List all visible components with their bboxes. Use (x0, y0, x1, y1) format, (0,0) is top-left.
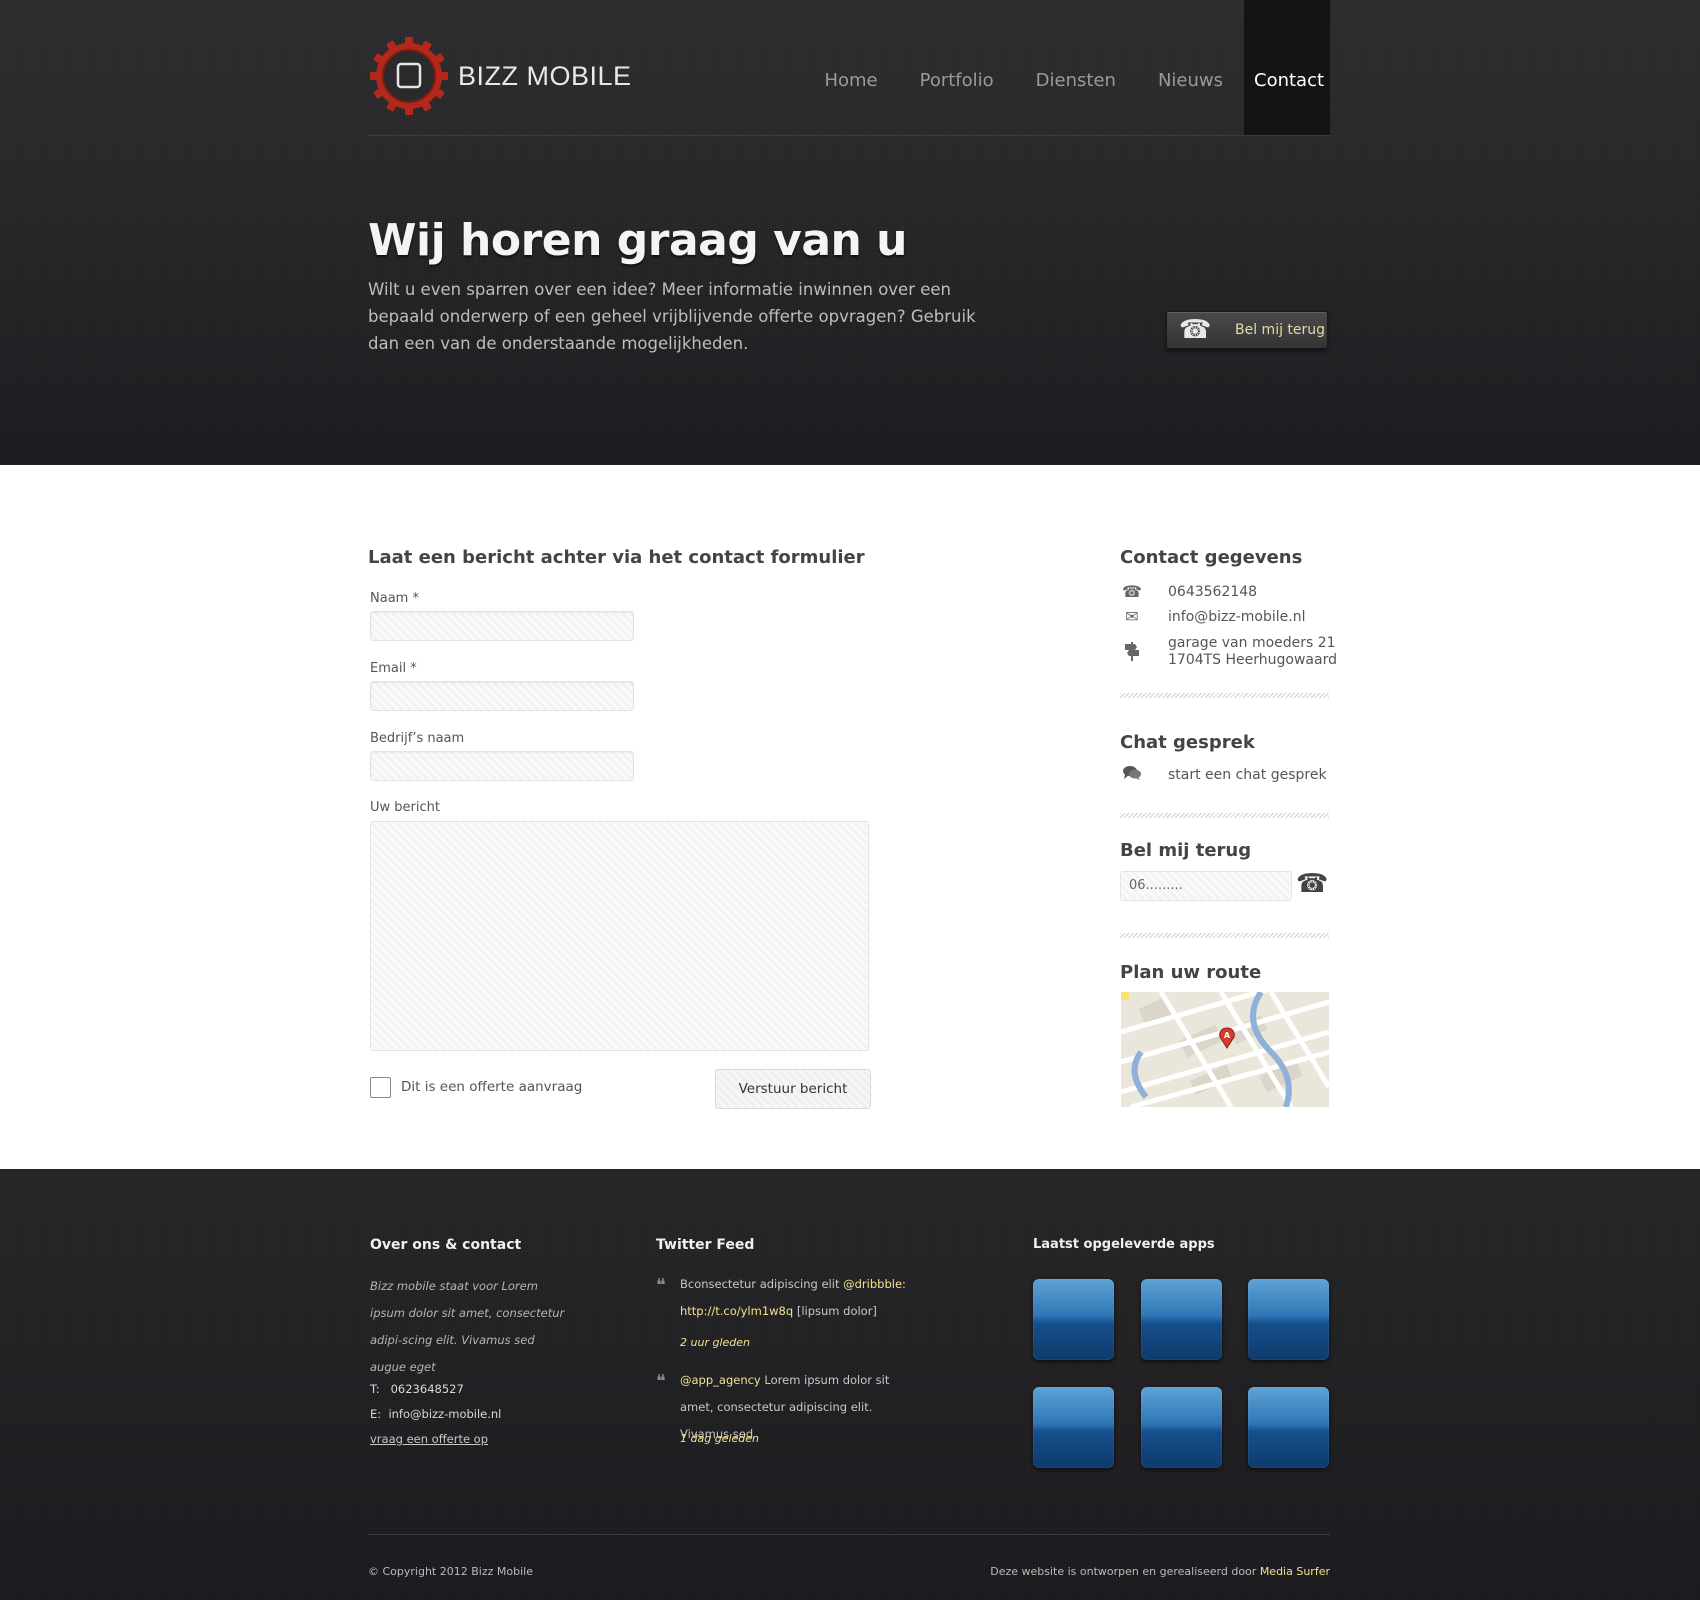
tweet-1-time: 2 uur gleden (680, 1336, 750, 1349)
contact-address-line1: garage van moeders 21 (1168, 635, 1336, 651)
nav-home[interactable]: Home (803, 0, 898, 135)
hero-section: BIZZ MOBILE Home Portfolio Diensten Nieu… (0, 0, 1700, 465)
app-thumbnail[interactable] (1141, 1279, 1222, 1360)
app-thumbnail[interactable] (1033, 1387, 1114, 1468)
callback-button[interactable]: ☎ Bel mij terug (1166, 311, 1328, 349)
tweet-1: Bconsectetur adipiscing elit @dribbble: … (680, 1271, 920, 1325)
tweet-2-time: 1 dag geleden (680, 1432, 759, 1445)
quote-icon: ❝ (656, 1371, 666, 1392)
submit-button[interactable]: Verstuur bericht (715, 1069, 871, 1109)
twitter-feed-title: Twitter Feed (656, 1237, 755, 1253)
footer: Over ons & contact Bizz mobile staat voo… (0, 1169, 1700, 1600)
quote-checkbox-label: Dit is een offerte aanvraag (401, 1079, 583, 1095)
copyright: © Copyright 2012 Bizz Mobile (368, 1565, 533, 1578)
app-thumbnail[interactable] (1248, 1387, 1329, 1468)
company-field[interactable] (370, 751, 634, 781)
route-map[interactable]: A (1121, 992, 1329, 1107)
name-field[interactable] (370, 611, 634, 641)
tweet-1-text: Bconsectetur adipiscing elit (680, 1277, 844, 1291)
company-label: Bedrijf’s naam (370, 731, 465, 746)
sidebar-divider (1120, 813, 1329, 818)
route-title: Plan uw route (1120, 962, 1262, 983)
main-nav: Home Portfolio Diensten Nieuws Contact (803, 0, 1330, 135)
request-quote-link[interactable]: vraag een offerte op (370, 1432, 488, 1446)
callback-title: Bel mij terug (1120, 840, 1252, 861)
email-label: Email * (370, 661, 417, 676)
footer-email-row: E: info@bizz-mobile.nl (370, 1407, 501, 1421)
name-label: Naam * (370, 591, 419, 606)
map-marker-label: A (1224, 1031, 1231, 1040)
nav-nieuws[interactable]: Nieuws (1137, 0, 1244, 135)
signpost-icon (1121, 641, 1143, 665)
tweet-2-handle[interactable]: @app_agency (680, 1373, 761, 1387)
footer-about-title: Over ons & contact (370, 1237, 522, 1253)
app-thumbnail[interactable] (1248, 1279, 1329, 1360)
tweet-1-link[interactable]: http://t.co/ylm1w8q (680, 1304, 793, 1318)
footer-email-label: E: (370, 1407, 382, 1421)
footer-divider (368, 1534, 1330, 1535)
callback-phone-input[interactable]: 06......... (1120, 871, 1292, 901)
quote-checkbox[interactable] (370, 1077, 391, 1098)
nav-contact[interactable]: Contact (1244, 0, 1330, 135)
footer-phone-label: T: (370, 1382, 380, 1396)
app-thumbnail[interactable] (1033, 1279, 1114, 1360)
footer-phone: 0623648527 (390, 1382, 464, 1396)
contact-email[interactable]: info@bizz-mobile.nl (1168, 609, 1305, 626)
contact-details-title: Contact gegevens (1120, 547, 1303, 568)
message-textarea[interactable] (370, 821, 869, 1051)
tweet-1-handle[interactable]: @dribbble: (843, 1277, 906, 1291)
sidebar-divider (1120, 933, 1329, 938)
callback-button-label: Bel mij terug (1235, 322, 1326, 338)
sidebar-divider (1120, 693, 1329, 698)
footer-phone-row: T: 0623648527 (370, 1382, 464, 1396)
logo[interactable]: BIZZ MOBILE (368, 35, 632, 117)
page-title: Wij horen graag van u (368, 215, 907, 266)
hero-intro: Wilt u even sparren over een idee? Meer … (368, 280, 976, 353)
start-chat-link[interactable]: start een chat gesprek (1168, 767, 1327, 784)
app-thumbnail[interactable] (1141, 1387, 1222, 1468)
credit-text: Deze website is ontworpen en gerealiseer… (990, 1565, 1260, 1578)
main-content: Laat een bericht achter via het contact … (0, 465, 1700, 1169)
message-label: Uw bericht (370, 800, 440, 815)
footer-about-text: Bizz mobile staat voor Lorem ipsum dolor… (370, 1279, 565, 1374)
quote-icon: ❝ (656, 1275, 666, 1296)
contact-address-line2: 1704TS Heerhugowaard (1168, 652, 1337, 668)
contact-phone: 0643562148 (1168, 584, 1258, 600)
nav-divider (368, 135, 1330, 136)
credit-link[interactable]: Media Surfer (1260, 1565, 1330, 1578)
credit-line: Deze website is ontworpen en gerealiseer… (990, 1565, 1330, 1578)
latest-apps-title: Laatst opgeleverde apps (1033, 1237, 1215, 1252)
gear-logo-icon (368, 35, 450, 117)
footer-quote-row: vraag een offerte op (370, 1432, 488, 1446)
nav-portfolio[interactable]: Portfolio (899, 0, 1015, 135)
brand-name: BIZZ MOBILE (458, 60, 632, 91)
phone-icon: ☎ (1179, 315, 1212, 345)
mail-icon: ✉ (1125, 607, 1139, 626)
phone-icon: ☎ (1122, 582, 1142, 601)
chat-bubbles-icon (1121, 765, 1143, 785)
callback-phone-icon[interactable]: ☎ (1296, 869, 1328, 899)
tweet-1-suffix: [lipsum dolor] (793, 1304, 877, 1318)
nav-diensten[interactable]: Diensten (1015, 0, 1137, 135)
chat-title: Chat gesprek (1120, 732, 1255, 753)
footer-email[interactable]: info@bizz-mobile.nl (388, 1407, 501, 1421)
contact-form-title: Laat een bericht achter via het contact … (368, 547, 865, 568)
email-field[interactable] (370, 681, 634, 711)
